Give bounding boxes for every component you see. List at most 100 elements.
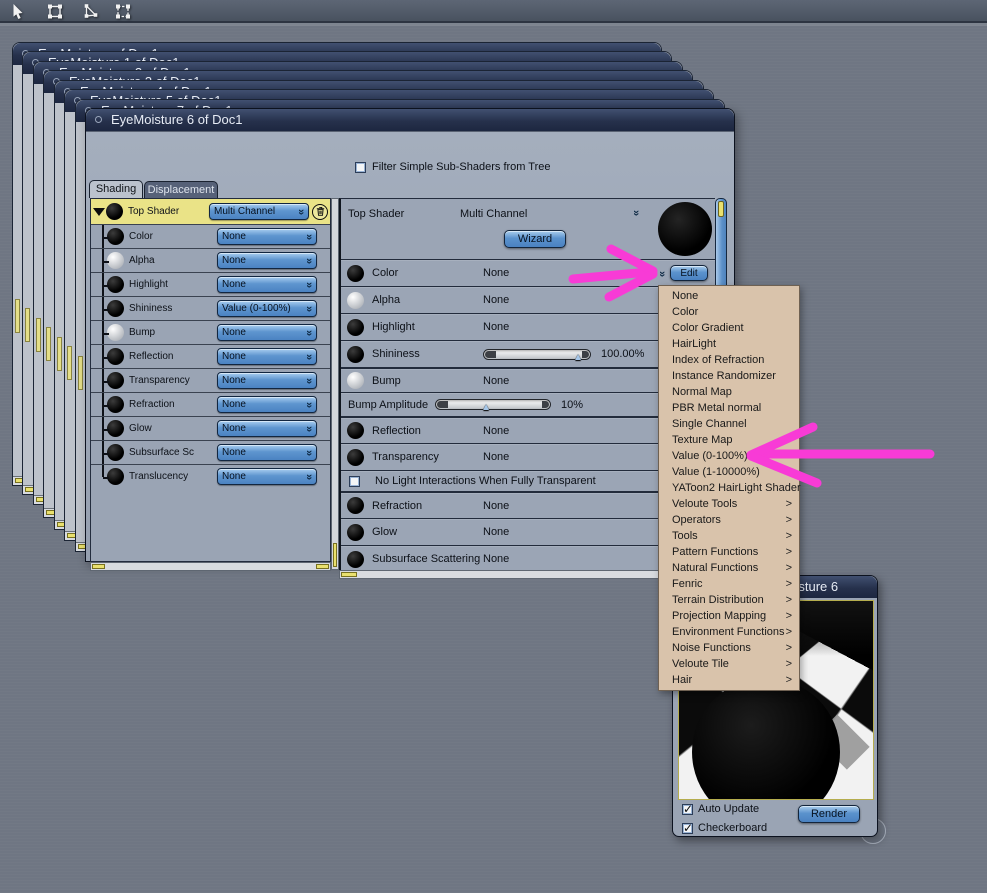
poly-select-icon[interactable] [82,3,100,20]
shader-type-dropdown[interactable]: None [217,276,317,293]
tree-row[interactable]: Color None [91,224,330,248]
menu-item[interactable]: Texture Map [659,432,799,448]
auto-update-row: Auto Update [682,802,759,816]
menu-item-label: HairLight [672,338,717,350]
tree-row[interactable]: Alpha None [91,248,330,272]
tree-row[interactable]: Shininess Value (0-100%) [91,296,330,320]
value-slider[interactable] [435,399,551,410]
menu-item[interactable]: Normal Map [659,384,799,400]
channel-sphere-icon [106,203,123,220]
tree-row[interactable]: Refraction None [91,392,330,416]
shader-type-dropdown[interactable]: None [217,468,317,485]
menu-item[interactable]: None [659,288,799,304]
menu-item[interactable]: Projection Mapping [659,608,799,624]
menu-item[interactable]: Single Channel [659,416,799,432]
menu-item[interactable]: Color Gradient [659,320,799,336]
window-control-icon[interactable] [95,116,102,123]
menu-item[interactable]: Environment Functions [659,624,799,640]
auto-update-checkbox[interactable] [682,802,693,816]
menu-item[interactable]: Terrain Distribution [659,592,799,608]
filter-checkbox[interactable] [355,161,366,173]
trash-icon[interactable] [312,203,328,220]
tree-row[interactable]: Bump None [91,320,330,344]
tree-row[interactable]: Reflection None [91,344,330,368]
menu-item[interactable]: Instance Randomizer [659,368,799,384]
shader-type-dropdown[interactable]: None [217,348,317,365]
tree-row[interactable]: Transparency None [91,368,330,392]
slider-track[interactable] [435,399,551,410]
tree-vertical-scrollbar[interactable] [331,198,339,570]
menu-item-label: Hair [672,674,693,686]
vertical-scroll-handle[interactable] [15,299,20,333]
tree-row[interactable]: Glow None [91,416,330,440]
tree-row[interactable]: Highlight None [91,272,330,296]
menu-item[interactable]: Operators [659,512,799,528]
scroll-handle[interactable] [333,543,337,567]
edit-button[interactable]: Edit [670,265,708,281]
checkerboard-checkbox[interactable] [682,821,693,835]
channel-label: Transparency [129,375,190,386]
menu-item[interactable]: HairLight [659,336,799,352]
marquee-select-icon[interactable] [114,3,132,20]
channel-label: Subsurface Sc [129,447,195,458]
channel-label: Translucency [129,471,189,482]
shader-type-dropdown[interactable]: None [217,396,317,413]
vertical-scroll-handle[interactable] [25,308,30,342]
shader-type-dropdown[interactable]: None [217,372,317,389]
vertical-scroll-handle[interactable] [57,337,62,371]
vertical-scroll-handle[interactable] [46,327,51,361]
no-light-checkbox[interactable] [349,475,360,487]
wizard-button[interactable]: Wizard [504,230,566,248]
menu-item[interactable]: Fenric [659,576,799,592]
scroll-handle[interactable] [718,201,724,217]
menu-item[interactable]: Value (0-100%) [659,448,799,464]
menu-item[interactable]: Index of Refraction [659,352,799,368]
shader-type-dropdown[interactable]: None [217,420,317,437]
tree-row[interactable]: Subsurface Sc None [91,440,330,464]
menu-item[interactable]: Color [659,304,799,320]
scroll-handle[interactable] [92,564,105,569]
menu-item[interactable]: PBR Metal normal [659,400,799,416]
cursor-icon[interactable] [10,3,28,20]
chevron-down-icon[interactable] [633,207,639,219]
scroll-handle[interactable] [341,572,357,577]
menu-item[interactable]: Veloute Tile [659,656,799,672]
tree-row[interactable]: Translucency None [91,464,330,488]
shader-type-dropdown[interactable]: Multi Channel [209,203,309,220]
shader-type-dropdown[interactable]: None [217,228,317,245]
shader-type-dropdown[interactable]: Value (0-100%) [217,300,317,317]
menu-item[interactable]: Veloute Tools [659,496,799,512]
render-button[interactable]: Render [798,805,860,823]
vertical-scroll-handle[interactable] [36,318,41,352]
channel-label: Bump Amplitude [348,398,429,411]
window-titlebar[interactable]: EyeMoisture 6 of Doc1 [86,109,734,131]
rect-select-icon[interactable] [46,3,64,20]
slider-thumb-icon[interactable] [573,347,583,365]
scroll-handle[interactable] [316,564,329,569]
menu-item[interactable]: YAToon2 HairLight Shader [659,480,801,496]
tab[interactable]: Displacement [144,181,218,198]
value-slider[interactable] [483,348,591,360]
channel-sphere-icon [107,324,124,341]
menu-item[interactable]: Hair [659,672,799,688]
window-body: Filter Simple Sub-Shaders from Tree Shad… [86,131,734,579]
shader-type-dropdown[interactable]: None [217,324,317,341]
shader-type-dropdown[interactable]: None [217,444,317,461]
menu-item-label: Instance Randomizer [672,370,776,382]
vertical-scroll-handle[interactable] [78,356,83,390]
tab[interactable]: Shading [89,180,143,198]
tree-row[interactable]: Top Shader Multi Channel [91,199,330,224]
expander-triangle-icon[interactable] [93,207,105,216]
menu-item[interactable]: Tools [659,528,799,544]
shader-type-dropdown[interactable]: None [217,252,317,269]
slider-thumb-icon[interactable] [481,397,491,415]
menu-item[interactable]: Natural Functions [659,560,799,576]
tree-horizontal-scrollbar[interactable] [90,562,331,571]
menu-item-label: Tools [672,530,698,542]
menu-item[interactable]: Pattern Functions [659,544,799,560]
vertical-scroll-handle[interactable] [67,346,72,380]
menu-item[interactable]: Value (1-10000%) [659,464,799,480]
menu-item[interactable]: Noise Functions [659,640,799,656]
submenu-arrow-icon [786,576,792,592]
chevron-down-icon[interactable] [659,264,665,282]
